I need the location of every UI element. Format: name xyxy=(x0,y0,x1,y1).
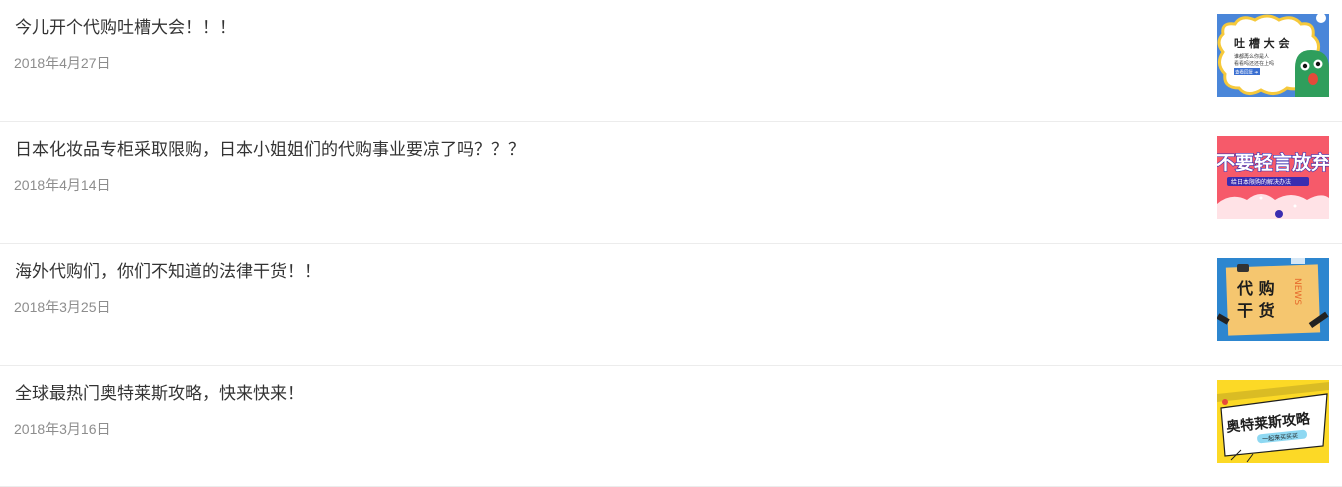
article-item[interactable]: 全球最热门奥特莱斯攻略，快来快来！ 2018年3月16日 奥特莱斯攻略 一起来买… xyxy=(0,366,1342,487)
thumbnail-text: 吐 槽 大 会 xyxy=(1234,36,1290,50)
thumbnail-subtext: 谁都再么你是人 xyxy=(1234,53,1269,60)
article-title[interactable]: 海外代购们，你们不知道的法律干货！！ xyxy=(15,257,321,282)
article-thumbnail[interactable]: 奥特莱斯攻略 一起来买买买 xyxy=(1217,380,1329,463)
article-item[interactable]: 海外代购们，你们不知道的法律干货！！ 2018年3月25日 代 购 干 货 NE… xyxy=(0,244,1342,366)
article-title[interactable]: 全球最热门奥特莱斯攻略，快来快来！ xyxy=(15,379,304,404)
article-item[interactable]: 今儿开个代购吐槽大会！！！ 2018年4月27日 吐 槽 大 会 谁都再么你是人… xyxy=(0,0,1342,122)
thumbnail-text: 不要轻言放弃 xyxy=(1217,151,1329,174)
thumbnail-tag: 查看回复 ➜ xyxy=(1235,69,1258,76)
article-date: 2018年4月14日 xyxy=(14,177,111,193)
article-thumbnail[interactable]: 代 购 干 货 NEWS xyxy=(1217,258,1329,341)
article-thumbnail[interactable]: 吐 槽 大 会 谁都再么你是人 看看吗还还在上吗 查看回复 ➜ xyxy=(1217,14,1329,97)
thumbnail-subtext: 看看吗还还在上吗 xyxy=(1234,60,1274,67)
article-title[interactable]: 日本化妆品专柜采取限购，日本小姐姐们的代购事业要凉了吗？？？ xyxy=(15,135,525,160)
article-date: 2018年3月16日 xyxy=(14,421,111,437)
article-date: 2018年3月25日 xyxy=(14,299,111,315)
thumbnail-subtext: 给日本限购的解决办法 xyxy=(1231,178,1291,186)
article-item[interactable]: 日本化妆品专柜采取限购，日本小姐姐们的代购事业要凉了吗？？？ 2018年4月14… xyxy=(0,122,1342,244)
article-list: 今儿开个代购吐槽大会！！！ 2018年4月27日 吐 槽 大 会 谁都再么你是人… xyxy=(0,0,1342,487)
thumbnail-text: 干 货 xyxy=(1237,301,1275,320)
article-date: 2018年4月27日 xyxy=(14,55,111,71)
article-title[interactable]: 今儿开个代购吐槽大会！！！ xyxy=(15,13,236,38)
article-thumbnail[interactable]: 不要轻言放弃 给日本限购的解决办法 xyxy=(1217,136,1329,219)
thumbnail-side-text: NEWS xyxy=(1292,278,1302,305)
thumbnail-text: 代 购 xyxy=(1236,279,1275,298)
